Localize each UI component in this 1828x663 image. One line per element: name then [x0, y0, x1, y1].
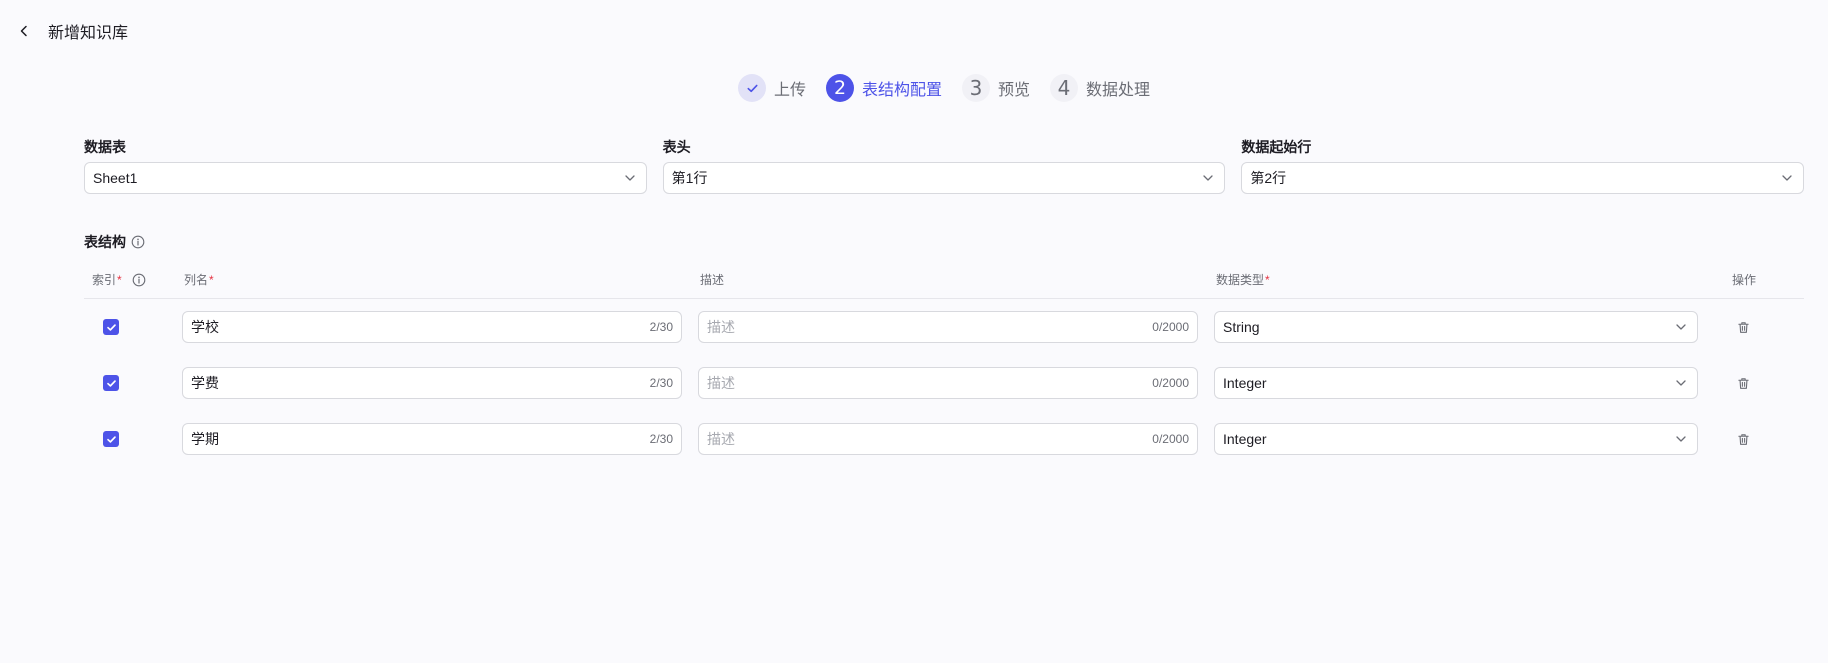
column-header-type: 数据类型 * — [1216, 271, 1270, 288]
data-type-select[interactable]: Integer — [1214, 367, 1698, 399]
step-done-indicator — [738, 74, 766, 102]
char-counter: 2/30 — [649, 432, 673, 446]
check-icon — [746, 84, 758, 92]
delete-row-button[interactable] — [1735, 375, 1751, 391]
trash-icon — [1737, 433, 1749, 445]
delete-row-button[interactable] — [1735, 319, 1751, 335]
column-name-input[interactable]: 学期 2/30 — [182, 423, 682, 455]
table-row: 学校 2/30 描述 0/2000 String — [84, 310, 1804, 344]
description-input[interactable]: 描述 0/2000 — [698, 423, 1198, 455]
chevron-down-icon — [1676, 324, 1686, 330]
start-row-value: 第2行 — [1250, 170, 1287, 186]
data-type-value: Integer — [1223, 431, 1267, 447]
sheet-select[interactable]: Sheet1 — [84, 162, 647, 194]
trash-icon — [1737, 321, 1749, 333]
step-number: 2 — [826, 74, 855, 102]
start-row-label: 数据起始行 — [1241, 139, 1312, 155]
chevron-down-icon — [1203, 175, 1213, 181]
page: 新增知识库 上传 2 表结构配置 3 预览 4 数据处理 数据表 Sheet1 — [0, 0, 1828, 663]
step-data-processing[interactable]: 4 数据处理 — [1050, 74, 1150, 102]
header: 新增知识库 — [14, 18, 128, 44]
char-counter: 0/2000 — [1152, 320, 1189, 334]
required-mark: * — [117, 272, 122, 287]
chevron-down-icon — [1676, 436, 1686, 442]
section-title-text: 表结构 — [84, 234, 126, 250]
char-counter: 0/2000 — [1152, 432, 1189, 446]
header-row-select[interactable]: 第1行 — [662, 162, 1226, 194]
column-header-index: 索引 * — [92, 271, 146, 288]
data-type-select[interactable]: Integer — [1214, 423, 1698, 455]
column-header-label: 描述 — [700, 273, 725, 287]
char-counter: 2/30 — [649, 320, 673, 334]
header-row-label: 表头 — [662, 139, 691, 155]
table-structure-title: 表结构 — [84, 232, 145, 252]
column-name-input[interactable]: 学费 2/30 — [182, 367, 682, 399]
step-table-config[interactable]: 2 表结构配置 — [826, 74, 942, 102]
index-checkbox[interactable] — [103, 431, 119, 447]
description-input[interactable]: 描述 0/2000 — [698, 367, 1198, 399]
step-label: 数据处理 — [1086, 82, 1151, 99]
index-checkbox[interactable] — [103, 375, 119, 391]
sheet-label: 数据表 — [84, 139, 126, 155]
chevron-down-icon — [1782, 175, 1792, 181]
description-placeholder: 描述 — [707, 319, 735, 335]
step-label: 预览 — [998, 82, 1031, 99]
header-row-value: 第1行 — [671, 170, 708, 186]
check-icon — [106, 323, 116, 331]
sheet-value: Sheet1 — [93, 170, 138, 186]
column-header-label: 索引 — [92, 273, 117, 287]
column-header-actions: 操作 — [1732, 271, 1756, 288]
description-placeholder: 描述 — [707, 375, 735, 391]
description-input[interactable]: 描述 0/2000 — [698, 311, 1198, 343]
description-placeholder: 描述 — [707, 431, 735, 447]
chevron-down-icon — [1676, 380, 1686, 386]
check-icon — [106, 379, 116, 387]
back-button[interactable] — [14, 19, 34, 43]
stepper: 上传 2 表结构配置 3 预览 4 数据处理 — [738, 73, 1170, 103]
step-number: 3 — [962, 74, 991, 102]
step-label: 表结构配置 — [862, 82, 943, 99]
info-icon[interactable] — [131, 235, 145, 249]
start-row-select[interactable]: 第2行 — [1241, 162, 1805, 194]
data-type-value: String — [1223, 319, 1260, 335]
config-row: 数据表 Sheet1 表头 第1行 数据起始行 第2行 — [84, 137, 1805, 194]
chevron-down-icon — [625, 175, 635, 181]
char-counter: 2/30 — [649, 376, 673, 390]
delete-row-button[interactable] — [1735, 431, 1751, 447]
trash-icon — [1737, 377, 1749, 389]
column-header-name: 列名 * — [184, 271, 214, 288]
column-header-description: 描述 — [700, 271, 724, 288]
header-row-field: 表头 第1行 — [662, 137, 1226, 194]
page-title: 新增知识库 — [48, 25, 129, 42]
column-name-value: 学校 — [191, 319, 219, 335]
required-mark: * — [1265, 272, 1270, 287]
step-preview[interactable]: 3 预览 — [962, 74, 1030, 102]
column-name-input[interactable]: 学校 2/30 — [182, 311, 682, 343]
column-name-value: 学期 — [191, 431, 219, 447]
table-row: 学费 2/30 描述 0/2000 Integer — [84, 366, 1804, 400]
column-header-label: 操作 — [1732, 273, 1757, 287]
required-mark: * — [209, 272, 214, 287]
char-counter: 0/2000 — [1152, 376, 1189, 390]
info-icon[interactable] — [132, 273, 146, 287]
step-upload[interactable]: 上传 — [738, 74, 806, 102]
column-name-value: 学费 — [191, 375, 219, 391]
chevron-left-icon — [20, 25, 27, 37]
index-checkbox[interactable] — [103, 319, 119, 335]
start-row-field: 数据起始行 第2行 — [1241, 137, 1805, 194]
column-header-label: 数据类型 — [1216, 273, 1265, 287]
sheet-field: 数据表 Sheet1 — [84, 137, 647, 194]
step-label: 上传 — [774, 82, 807, 99]
data-type-select[interactable]: String — [1214, 311, 1698, 343]
table-header: 索引 * 列名 * 描述 数据类型 * 操作 — [84, 268, 1804, 299]
column-header-label: 列名 — [184, 273, 209, 287]
check-icon — [106, 435, 116, 443]
data-type-value: Integer — [1223, 375, 1267, 391]
step-number: 4 — [1050, 74, 1079, 102]
table-row: 学期 2/30 描述 0/2000 Integer — [84, 422, 1804, 456]
